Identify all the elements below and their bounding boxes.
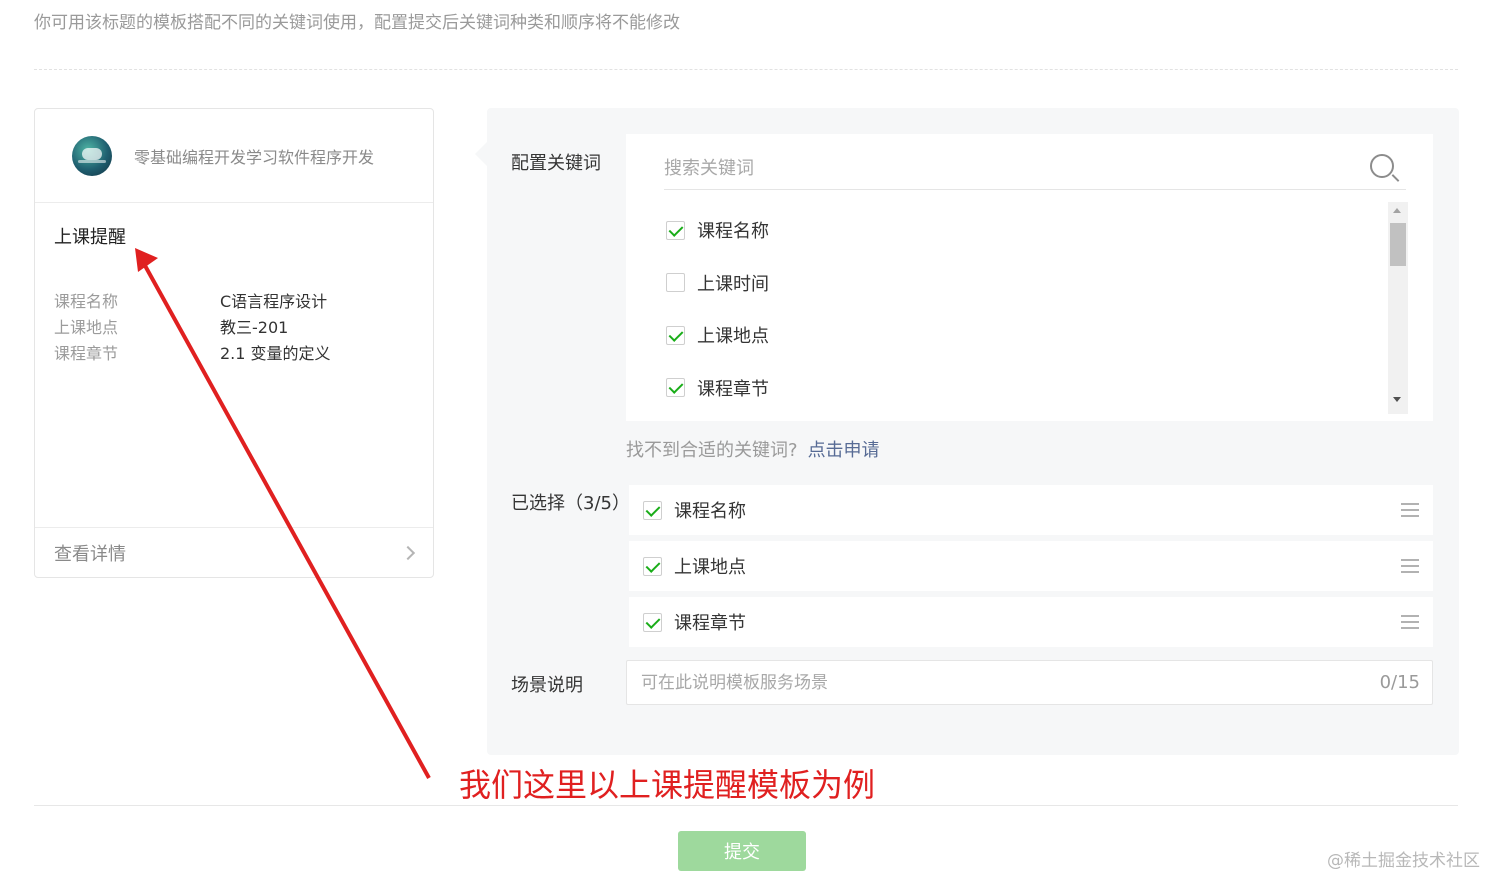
avatar-text-icon	[78, 159, 106, 163]
account-name: 零基础编程开发学习软件程序开发	[134, 147, 375, 167]
view-details-link[interactable]: 查看详情	[35, 527, 433, 577]
selected-keyword-label: 课程章节	[674, 613, 746, 634]
field-value: 2.1 变量的定义	[220, 344, 331, 363]
checkbox-unchecked[interactable]	[666, 273, 685, 293]
selected-label: 已选择（3/5）	[511, 493, 630, 514]
field-key: 课程章节	[54, 344, 119, 363]
scene-field: 0/15	[626, 660, 1433, 705]
checkbox-checked[interactable]	[666, 220, 685, 240]
search-input[interactable]	[664, 148, 1344, 188]
dashed-divider	[34, 69, 1458, 70]
preview-fields: 课程名称 C语言程序设计 上课地点 教三-201 课程章节 2.1 变量的定义	[54, 287, 414, 365]
selected-keyword-item[interactable]: 上课地点	[629, 541, 1433, 591]
template-title: 上课提醒	[54, 227, 126, 248]
keyword-item[interactable]: 课程章节	[666, 362, 1366, 415]
search-icon[interactable]	[1370, 154, 1394, 178]
preview-field-row: 课程章节 2.1 变量的定义	[54, 339, 414, 365]
keyword-list: 课程名称 上课时间 上课地点 课程章节	[666, 204, 1366, 414]
account-avatar	[72, 135, 112, 176]
keyword-label: 课程章节	[697, 378, 769, 400]
chevron-right-icon	[400, 545, 416, 560]
scroll-down-icon[interactable]	[1393, 397, 1401, 402]
keyword-label: 课程名称	[697, 221, 769, 243]
checkbox-checked[interactable]	[666, 378, 685, 398]
scroll-thumb[interactable]	[1390, 223, 1406, 266]
drag-handle-icon[interactable]	[1401, 615, 1419, 629]
template-preview-card: 零基础编程开发学习软件程序开发 上课提醒 课程名称 C语言程序设计 上课地点 教…	[34, 108, 434, 578]
keyword-not-found: 找不到合适的关键词? 点击申请	[626, 436, 880, 462]
keyword-picker: 课程名称 上课时间 上课地点 课程章节	[626, 134, 1433, 421]
keyword-label: 上课地点	[697, 326, 769, 348]
selected-keyword-item[interactable]: 课程章节	[629, 597, 1433, 647]
keyword-item[interactable]: 课程名称	[666, 204, 1366, 257]
field-key: 上课地点	[54, 318, 119, 337]
panel-pointer	[475, 142, 487, 166]
selected-keyword-item[interactable]: 课程名称	[629, 485, 1433, 535]
keyword-item[interactable]: 上课时间	[666, 257, 1366, 310]
scroll-up-icon[interactable]	[1393, 208, 1401, 213]
submit-button[interactable]: 提交	[678, 831, 806, 871]
avatar-logo-icon	[82, 147, 102, 160]
not-found-text: 找不到合适的关键词?	[626, 440, 798, 461]
selected-keyword-list: 课程名称 上课地点 课程章节	[629, 485, 1433, 653]
keyword-scrollbar[interactable]	[1388, 202, 1408, 414]
footer-divider	[34, 805, 1458, 806]
checkbox-checked[interactable]	[666, 325, 685, 345]
hint-text: 你可用该标题的模板搭配不同的关键词使用，配置提交后关键词种类和顺序将不能修改	[34, 13, 680, 33]
checkbox-checked[interactable]	[643, 556, 662, 576]
scene-input[interactable]	[641, 661, 1341, 704]
card-header: 零基础编程开发学习软件程序开发	[35, 109, 433, 203]
keyword-item[interactable]: 上课地点	[666, 309, 1366, 362]
drag-handle-icon[interactable]	[1401, 559, 1419, 573]
apply-keyword-link[interactable]: 点击申请	[808, 440, 880, 461]
field-value: 教三-201	[220, 318, 289, 337]
preview-field-row: 上课地点 教三-201	[54, 313, 414, 339]
watermark: @稀土掘金技术社区	[1327, 851, 1480, 871]
drag-handle-icon[interactable]	[1401, 503, 1419, 517]
keywords-label: 配置关键词	[511, 153, 601, 174]
checkbox-checked[interactable]	[643, 500, 662, 520]
selected-keyword-label: 上课地点	[674, 557, 746, 578]
search-bar	[664, 148, 1406, 190]
scene-label: 场景说明	[511, 675, 583, 696]
char-counter: 0/15	[1379, 672, 1420, 693]
keyword-label: 上课时间	[697, 273, 769, 295]
view-details-label: 查看详情	[54, 543, 126, 565]
checkbox-checked[interactable]	[643, 612, 662, 632]
selected-keyword-label: 课程名称	[674, 501, 746, 522]
annotation-text: 我们这里以上课提醒模板为例	[459, 766, 876, 804]
preview-field-row: 课程名称 C语言程序设计	[54, 287, 414, 313]
field-key: 课程名称	[54, 292, 119, 311]
field-value: C语言程序设计	[220, 292, 328, 311]
